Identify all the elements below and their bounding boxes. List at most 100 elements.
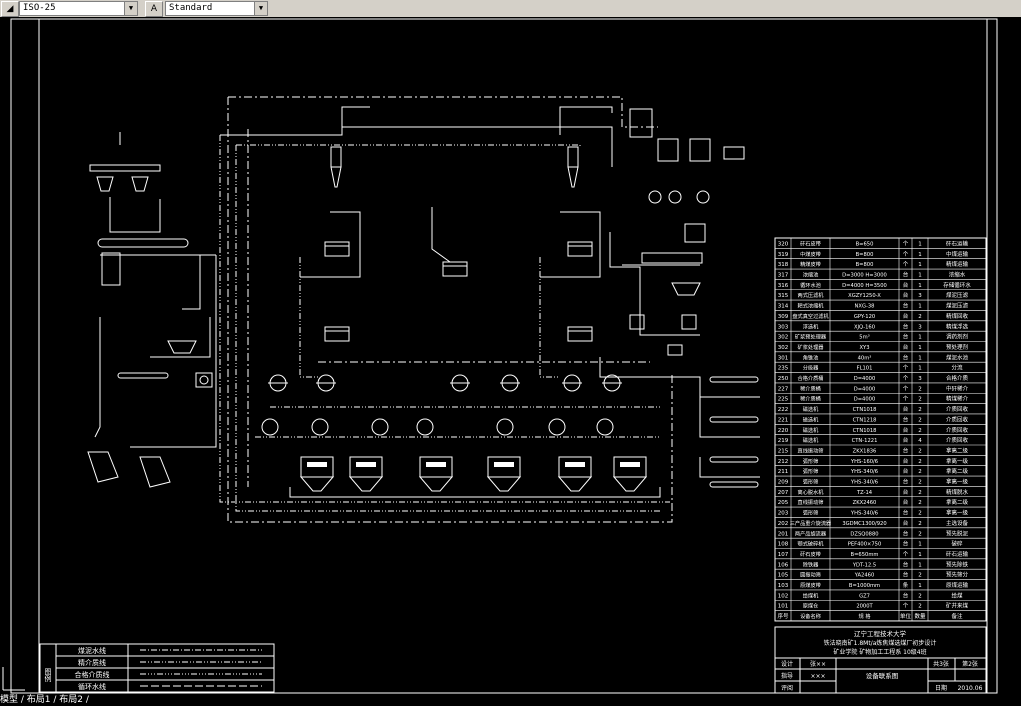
textstyle-select[interactable]: Standard ▼ [165,1,268,16]
medium-tank-label-plate [307,462,327,467]
table-cell: 2 [918,490,922,496]
medium-line [539,257,560,378]
pipe-line [699,457,760,478]
belt-conveyor [97,238,189,248]
table-cell: 1 [918,304,922,310]
desliming-screen [87,451,119,483]
table-cell: 201 [778,531,789,537]
table-cell: 精煤浮选 [946,322,969,330]
chevron-down-icon[interactable]: ▼ [124,2,137,15]
pipe-line [341,106,370,135]
table-cell: 台 [903,426,909,434]
dimstyle-value: ISO-25 [23,3,56,13]
product-belt [709,376,759,383]
table-cell: 个 [903,603,909,610]
raw-coal-bin [96,176,114,192]
medium-tank-cone [557,476,593,492]
table-cell: 1 [918,345,922,351]
dimstyle-select[interactable]: ISO-25 ▼ [19,1,138,16]
table-cell: B=1000mm [849,583,880,589]
table-cell: 台 [903,457,909,465]
table-cell: 台 [903,509,909,517]
table-cell: 317 [778,273,789,279]
layout-tabs-text[interactable]: 模型 / 布局1 / 布局2 / [0,695,89,705]
table-cell: 台 [903,333,909,341]
layout-tabs[interactable]: 模型 / 布局1 / 布局2 / [0,694,1021,706]
pipe-line [109,197,161,233]
table-cell: 207 [778,490,789,496]
magnetic-separator [311,418,329,436]
table-header-cell: 规 格 [858,612,871,620]
table-cell: TZ-14 [856,490,873,496]
drawing-canvas[interactable]: 图例 煤泥水线 精介质线 合格介质线 循环水线 320 矸石皮带 B=650 个 1 矸石运输 3… [0,17,1021,694]
table-cell: 矸石运输 [946,239,969,247]
table-cell: ZKX2460 [853,500,877,506]
project-name: 铁法晓南矿1.8Mt/a炼焦煤选煤厂初步设计 [824,639,937,647]
table-cell: 2000T [856,604,873,610]
table-cell: 矿浆预处理器 [795,333,827,341]
table-cell: 主选设备 [946,519,969,527]
table-cell: 弧形筛 [803,478,819,486]
table-cell: 精煤回收 [946,312,969,320]
dense-medium-cyclone [567,146,579,168]
table-cell: B=650mm [851,552,879,558]
table-cell: 202 [778,521,789,527]
date-label: 日期 [935,684,947,692]
table-cell: 台 [903,281,909,289]
flotation-cell [689,138,711,162]
table-cell: ZKX1836 [853,448,877,454]
table-cell: YHS-340/6 [850,469,878,475]
sieve-bend [324,326,350,342]
table-cell: 浓缩池 [803,271,819,279]
table-cell: 介质回收 [946,436,969,444]
school-name: 辽宁工程技术大学 [854,629,907,638]
raw-coal-bin [131,176,149,192]
table-cell: 1 [918,355,922,361]
thickener [671,282,701,296]
dimstyle-icon[interactable]: ◢ [1,1,19,17]
table-cell: 203 [778,511,789,517]
table-cell: 三产品重介旋流器 [790,519,832,527]
table-cell: 250 [778,376,789,382]
medium-tank-cone [486,476,522,492]
table-cell: 条 [903,581,909,589]
chevron-down-icon[interactable]: ▼ [254,2,267,15]
table-cell: 矿井来煤 [946,602,969,610]
table-cell: 105 [778,573,789,579]
table-cell: 矸石皮带 [800,550,821,558]
table-cell: 2 [918,386,922,392]
product-belt [709,481,759,488]
sump [667,344,683,356]
toolbar: ◢ ISO-25 ▼ A Standard ▼ [0,0,1021,18]
table-cell: GPY-120 [854,314,875,320]
circulating-water-line [227,97,673,523]
table-cell: 台 [903,446,909,454]
table-cell: 302 [778,345,789,351]
medium-tank-label-plate [620,462,640,467]
table-cell: 303 [778,324,789,330]
table-cell: 2 [918,407,922,413]
table-cell: 3GDMC1300/920 [842,521,886,527]
table-cell: 盘式真空过滤机 [792,312,829,320]
table-cell: 个 [903,551,909,558]
table-cell: 309 [778,314,789,320]
table-cell: 103 [778,583,789,589]
table-cell: 个 [903,396,909,403]
pipe-line [300,211,361,278]
table-cell: 台 [903,353,909,361]
title-block: 辽宁工程技术大学 铁法晓南矿1.8Mt/a炼焦煤选煤厂初步设计 矿业学院 矿物加… [774,626,987,694]
table-cell: 1 [918,241,922,247]
textstyle-icon[interactable]: A [145,1,163,17]
product-belt [709,416,759,423]
table-cell: 预处理剂 [946,343,969,351]
table-cell: 圆振动筛 [800,571,821,579]
table-cell: 个 [903,385,909,392]
crusher [167,340,197,354]
table-cell: 106 [778,562,789,568]
table-cell: 煤泥水池 [946,353,969,361]
table-cell: 精煤稀介 [946,395,969,403]
flotation-cell [657,138,679,162]
table-cell: 给煤机 [803,591,819,599]
pipe-line [559,106,613,135]
table-cell: 耙式浓缩机 [798,302,825,310]
